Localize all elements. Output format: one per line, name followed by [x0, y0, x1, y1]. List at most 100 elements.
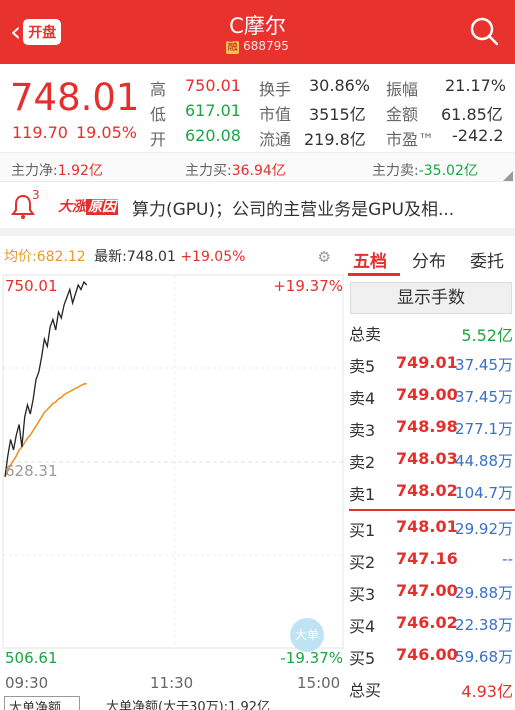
bid-row[interactable]: 买4 746.02 22.38万 — [349, 608, 515, 640]
total-buy-label: 总买 — [349, 681, 382, 700]
news-banner[interactable]: 3 大涨 原因 算力(GPU)；公司的主营业务是GPU及相... — [0, 182, 515, 236]
open-label: 开 — [150, 130, 167, 149]
buy-flow-value: 36.94亿 — [231, 163, 286, 179]
big-order-button[interactable]: 大单 — [290, 618, 324, 652]
news-text: 算力(GPU)；公司的主营业务是GPU及相... — [132, 200, 455, 220]
ask-price: 748.98 — [396, 417, 458, 436]
low-value: 617.01 — [185, 101, 241, 120]
amplitude-label: 振幅 — [386, 80, 419, 99]
time-start: 09:30 — [5, 674, 49, 692]
buy-flow-label: 主力买: — [185, 163, 232, 179]
tab-five-levels[interactable]: 五档 — [353, 247, 387, 272]
ask-row[interactable]: 卖1 748.02 104.7万 — [349, 476, 515, 508]
ask-price: 749.01 — [396, 353, 458, 372]
bid-ask-separator — [349, 509, 515, 511]
ask-volume: 277.1万 — [455, 420, 513, 438]
mktcap-value: 3515亿 — [309, 105, 366, 124]
y-low-label: 506.61 — [5, 649, 58, 667]
pe-value: -242.2 — [452, 126, 504, 145]
float-value: 219.8亿 — [304, 130, 366, 149]
quote-panel: 748.01 119.70 19.05% 高 750.01 低 617.01 开 … — [0, 64, 515, 152]
bid-volume: 22.38万 — [455, 616, 513, 634]
price-change: 119.70 19.05% — [12, 123, 145, 142]
turnover-label: 换手 — [259, 80, 292, 99]
bid-volume: 29.88万 — [455, 584, 513, 602]
tab-orders[interactable]: 委托 — [470, 247, 504, 272]
intraday-chart[interactable]: 均价:682.12 最新:748.01 +19.05% ⚙ 750.01 +19… — [0, 244, 345, 710]
last-price: 748.01 — [10, 76, 140, 119]
total-sell-row: 总卖 5.52亿 — [349, 316, 515, 348]
corner-arrow-icon — [503, 171, 513, 181]
top-header: ‹ 开盘 C摩尔 融 688795 — [0, 0, 515, 64]
open-value: 620.08 — [185, 126, 241, 145]
ask-volume: 37.45万 — [455, 356, 513, 374]
latest-label: 最新:748.01 — [94, 249, 176, 265]
bid-price: 747.16 — [396, 549, 458, 568]
total-sell-value: 5.52亿 — [461, 326, 513, 345]
bid-row[interactable]: 买1 748.01 29.92万 — [349, 512, 515, 544]
book-tabs: 五档 分布 委托 — [346, 244, 515, 276]
time-mid: 11:30 — [150, 674, 194, 692]
latest-pct: +19.05% — [180, 249, 246, 265]
ask-volume: 44.88万 — [455, 452, 513, 470]
pe-label: 市盈™ — [386, 130, 435, 149]
ask-row[interactable]: 卖5 749.01 37.45万 — [349, 348, 515, 380]
amount-label: 金额 — [386, 105, 419, 124]
ask-row[interactable]: 卖3 748.98 277.1万 — [349, 412, 515, 444]
bid-price: 747.00 — [396, 581, 458, 600]
margin-badge: 融 — [226, 41, 240, 54]
high-value: 750.01 — [185, 76, 241, 95]
bid-price: 746.02 — [396, 613, 458, 632]
ask-price: 748.03 — [396, 449, 458, 468]
tab-distribution[interactable]: 分布 — [412, 247, 446, 272]
float-label: 流通 — [259, 130, 292, 149]
low-label: 低 — [150, 105, 167, 124]
total-buy-row: 总买 4.93亿 — [349, 672, 515, 704]
price-line — [4, 280, 88, 477]
ask-price: 748.02 — [396, 481, 458, 500]
bid-level: 买4 — [349, 617, 376, 636]
show-lots-button[interactable]: 显示手数 — [350, 282, 512, 314]
total-buy-value: 4.93亿 — [461, 682, 513, 701]
chart-header: 均价:682.12 最新:748.01 +19.05% — [4, 246, 245, 266]
bid-price: 746.00 — [396, 645, 458, 664]
ask-row[interactable]: 卖4 749.00 37.45万 — [349, 380, 515, 412]
bid-volume: -- — [502, 550, 513, 568]
high-label: 高 — [150, 80, 167, 99]
order-book: 五档 分布 委托 显示手数 总卖 5.52亿 卖5 749.01 37.45万 卖4 7… — [346, 244, 515, 710]
bid-price: 748.01 — [396, 517, 458, 536]
active-tab-indicator — [348, 273, 400, 276]
notification-count: 3 — [32, 188, 40, 202]
ask-volume: 104.7万 — [455, 484, 513, 502]
ask-level: 卖5 — [349, 357, 376, 376]
search-icon[interactable] — [469, 16, 499, 46]
y-mid-label: 628.31 — [5, 462, 58, 480]
total-sell-label: 总卖 — [349, 325, 382, 344]
net-flow-label: 主力净: — [11, 163, 58, 179]
bid-level: 买3 — [349, 585, 376, 604]
ask-level: 卖2 — [349, 453, 376, 472]
indicator-select[interactable]: 大单净额 — [4, 696, 81, 710]
bid-level: 买2 — [349, 553, 376, 572]
bid-volume: 29.92万 — [455, 520, 513, 538]
ask-level: 卖3 — [349, 421, 376, 440]
bid-row[interactable]: 买2 747.16 -- — [349, 544, 515, 576]
indicator-text: 大单净额(大于30万):1.92亿 — [106, 700, 271, 710]
ask-volume: 37.45万 — [455, 388, 513, 406]
ask-price: 749.00 — [396, 385, 458, 404]
bid-row[interactable]: 买5 746.00 59.68万 — [349, 640, 515, 672]
main-force-flow[interactable]: 主力净:1.92亿 主力买:36.94亿 主力卖:-35.02亿 — [0, 152, 515, 182]
stock-name: C摩尔 — [229, 14, 286, 38]
bid-volume: 59.68万 — [455, 648, 513, 666]
amount-value: 61.85亿 — [441, 105, 503, 124]
stock-code: 688795 — [243, 39, 289, 53]
y-low-pct: -19.37% — [280, 649, 343, 667]
ask-level: 卖1 — [349, 485, 376, 504]
gear-icon[interactable]: ⚙ — [318, 248, 331, 266]
bid-row[interactable]: 买3 747.00 29.88万 — [349, 576, 515, 608]
indicator-select-value: 大单净额 — [9, 701, 62, 710]
bid-level: 买5 — [349, 649, 376, 668]
news-tag: 大涨 原因 — [58, 196, 118, 216]
ask-row[interactable]: 卖2 748.03 44.88万 — [349, 444, 515, 476]
bid-level: 买1 — [349, 521, 376, 540]
